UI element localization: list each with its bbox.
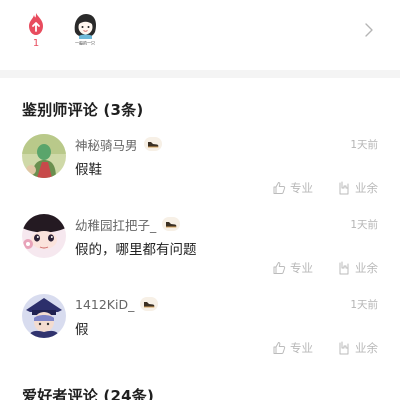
professional-button[interactable]: 专业	[272, 180, 313, 196]
comment-text: 假的，哪里都有问题	[75, 242, 197, 258]
amateur-label: 业余	[355, 341, 378, 355]
username-row: 神秘骑马男	[75, 135, 162, 153]
comment-item: 幼稚园扛把子_ 1天前 假的，哪里都有问题 专业 业余	[0, 212, 400, 292]
appraiser-comments-title: 鉴别师评论 (3条)	[22, 101, 144, 119]
fire-count: 1	[32, 38, 40, 49]
avatar-image	[22, 134, 66, 178]
rock-hand-icon	[339, 261, 349, 275]
username-row: 1412KiD_	[75, 295, 159, 313]
username[interactable]: 幼稚园扛把子_	[75, 215, 156, 234]
comment-time: 1天前	[350, 299, 378, 311]
amateur-label: 业余	[355, 181, 378, 195]
sneaker-badge-icon	[140, 297, 159, 311]
thumb-up-icon	[273, 342, 286, 354]
avatar[interactable]	[22, 134, 66, 178]
username-row: 幼稚园扛把子_	[75, 215, 181, 234]
avatar-image	[22, 294, 66, 338]
top-bar: 1 一般的一只	[0, 0, 400, 64]
username[interactable]: 神秘骑马男	[75, 135, 138, 154]
thumb-up-icon	[273, 182, 286, 194]
avatar-caption: 一般的一只	[75, 40, 95, 46]
comment-actions: 专业 业余	[272, 340, 378, 356]
comment-item: 1412KiD_ 1天前 假 专业 业余	[0, 292, 400, 372]
sneaker-badge-icon	[143, 137, 162, 151]
avatar[interactable]	[22, 214, 66, 258]
amateur-button[interactable]: 业余	[337, 260, 378, 276]
rock-hand-icon	[339, 181, 349, 195]
cartoon-avatar-image: 一般的一只	[66, 10, 104, 48]
comment-actions: 专业 业余	[272, 180, 378, 196]
amateur-button[interactable]: 业余	[337, 340, 378, 356]
comment-time: 1天前	[350, 219, 378, 231]
professional-button[interactable]: 专业	[272, 260, 313, 276]
professional-label: 专业	[290, 261, 313, 275]
chevron-right-icon[interactable]	[364, 22, 374, 38]
top-user-avatar[interactable]: 一般的一只	[66, 10, 104, 48]
comment-time: 1天前	[350, 139, 378, 151]
fire-icon	[29, 13, 43, 35]
avatar[interactable]	[22, 294, 66, 338]
professional-button[interactable]: 专业	[272, 340, 313, 356]
username[interactable]: 1412KiD_	[75, 297, 134, 312]
comment-text: 假	[75, 322, 89, 338]
thumb-up-icon	[273, 262, 286, 274]
section-divider	[0, 70, 400, 78]
sneaker-badge-icon	[162, 217, 181, 231]
fire-counter[interactable]: 1	[24, 12, 48, 49]
professional-label: 专业	[290, 341, 313, 355]
fan-comments-title: 爱好者评论 (24条)	[22, 387, 155, 400]
amateur-button[interactable]: 业余	[337, 180, 378, 196]
amateur-label: 业余	[355, 261, 378, 275]
rock-hand-icon	[339, 341, 349, 355]
comment-text: 假鞋	[75, 162, 102, 178]
avatar-image	[22, 214, 66, 258]
comment-actions: 专业 业余	[272, 260, 378, 276]
professional-label: 专业	[290, 181, 313, 195]
comment-item: 神秘骑马男 1天前 假鞋 专业 业余	[0, 132, 400, 212]
